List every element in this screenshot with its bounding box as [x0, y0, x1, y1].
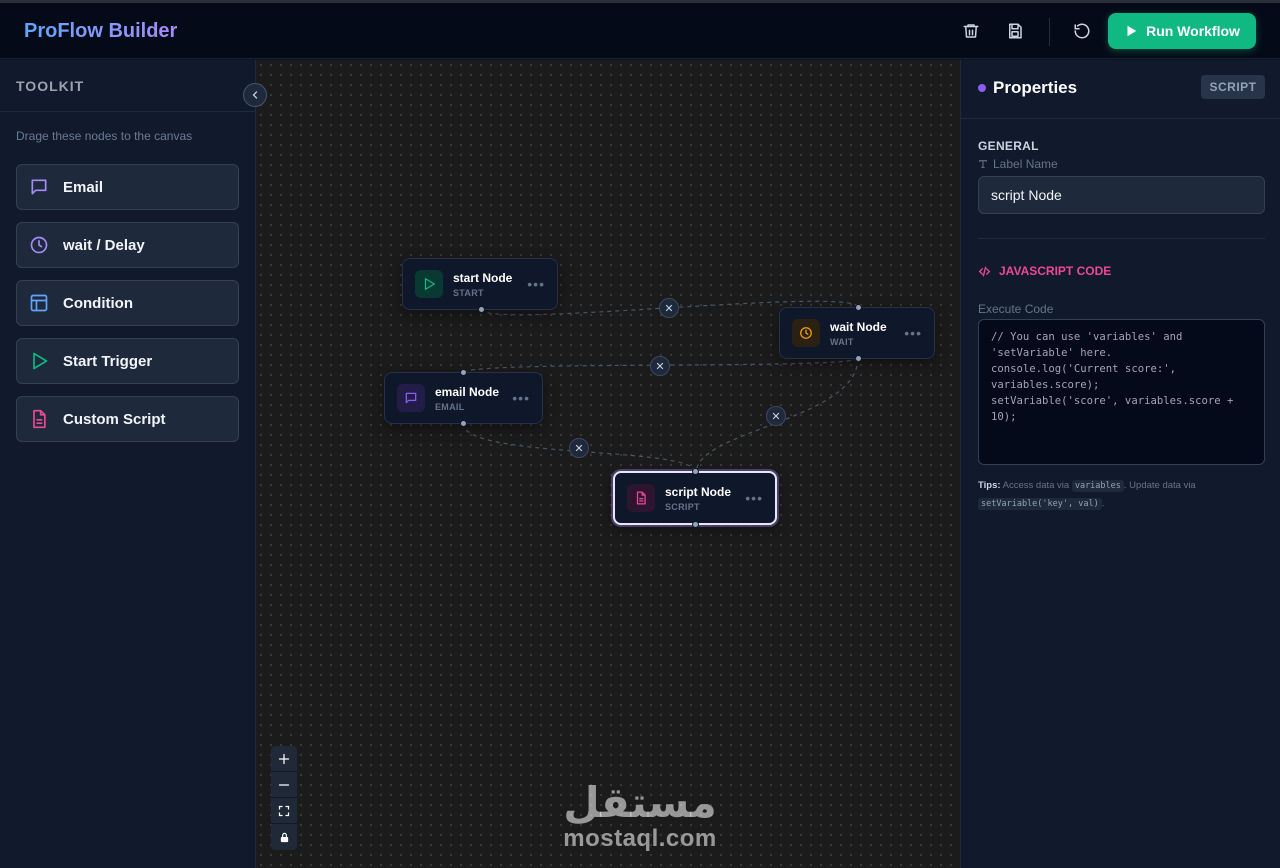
javascript-section-title: JAVASCRIPT CODE [978, 264, 1111, 278]
more-options-icon[interactable]: ••• [904, 325, 922, 341]
lock-icon[interactable] [271, 824, 297, 850]
node-type: EMAIL [435, 401, 465, 412]
undo-reset-icon[interactable] [1071, 20, 1093, 42]
toolkit-item-wait[interactable]: wait / Delay [16, 222, 239, 268]
node-icon-box [415, 270, 443, 298]
toolkit-item-label: Email [63, 178, 104, 196]
output-handle[interactable] [855, 355, 862, 362]
workflow-canvas[interactable]: ✕ ✕ ✕ ✕ start Node START ••• wait Node W… [256, 60, 960, 868]
properties-panel: Properties SCRIPT GENERAL Label Name JAV… [960, 60, 1280, 868]
execute-code-label: Execute Code [978, 302, 1054, 316]
file-text-icon [636, 491, 646, 505]
more-options-icon[interactable]: ••• [745, 490, 763, 506]
node-script[interactable]: script Node SCRIPT ••• [613, 468, 777, 528]
toolkit-item-label: wait / Delay [63, 236, 145, 254]
play-icon [1127, 25, 1137, 37]
node-label: wait Node [830, 319, 887, 334]
toolkit-divider [0, 111, 256, 112]
toolkit-title: TOOLKIT [16, 78, 85, 94]
node-icon-box [792, 319, 820, 347]
label-name-caption: Label Name [978, 157, 1058, 171]
play-icon [424, 278, 435, 290]
node-type: WAIT [830, 336, 854, 347]
label-name-input[interactable] [978, 176, 1265, 214]
toolkit-item-label: Condition [63, 294, 133, 312]
play-icon [33, 352, 48, 370]
toolkit-hint: Drage these nodes to the canvas [16, 129, 193, 143]
input-handle[interactable] [692, 468, 699, 475]
status-dot [978, 84, 986, 92]
node-label: script Node [665, 484, 732, 499]
watermark-logo: مستقل mostaql.com [563, 780, 717, 852]
input-handle[interactable] [460, 369, 467, 376]
edge-layer [462, 300, 860, 474]
output-handle[interactable] [460, 420, 467, 427]
trash-icon[interactable] [960, 20, 982, 42]
node-icon-box [397, 384, 425, 412]
node-label: email Node [435, 384, 500, 399]
toolkit-item-start-trigger[interactable]: Start Trigger [16, 338, 239, 384]
javascript-section-label: JAVASCRIPT CODE [999, 264, 1112, 278]
code-icon [978, 265, 991, 277]
output-handle[interactable] [478, 306, 485, 313]
run-workflow-label: Run Workflow [1146, 23, 1240, 39]
more-options-icon[interactable]: ••• [527, 276, 545, 292]
tips-text-3: . [1101, 498, 1105, 509]
node-icon-box [627, 484, 655, 512]
more-options-icon[interactable]: ••• [512, 390, 530, 406]
tips-text: Tips: Access data via variables. Update … [978, 477, 1265, 513]
delete-edge-button[interactable]: ✕ [650, 356, 670, 376]
node-email[interactable]: email Node EMAIL ••• [384, 369, 543, 427]
label-name-text: Label Name [993, 157, 1058, 171]
file-text-icon [33, 409, 46, 429]
delete-edge-button[interactable]: ✕ [569, 438, 589, 458]
node-type: START [453, 287, 484, 298]
header-divider [1049, 18, 1050, 46]
node-start[interactable]: start Node START ••• [402, 258, 558, 313]
toolkit-item-custom-script[interactable]: Custom Script [16, 396, 239, 442]
fit-view-icon[interactable] [271, 798, 297, 824]
general-section-title: GENERAL [978, 139, 1039, 153]
toolkit-item-email[interactable]: Email [16, 164, 239, 210]
save-icon[interactable] [1004, 20, 1026, 42]
app-header: ProFlow Builder Run Workflow [0, 3, 1280, 59]
section-divider [978, 238, 1265, 239]
type-icon [979, 160, 987, 168]
output-handle[interactable] [692, 521, 699, 528]
input-handle[interactable] [855, 304, 862, 311]
collapse-sidebar-button[interactable] [243, 83, 267, 107]
tips-code-2: setVariable('key', val) [978, 498, 1102, 510]
tips-code-1: variables [1071, 480, 1124, 492]
clock-icon [30, 236, 48, 254]
toolkit-item-condition[interactable]: Condition [16, 280, 239, 326]
watermark-arabic: مستقل [563, 778, 717, 827]
delete-edge-button[interactable]: ✕ [766, 406, 786, 426]
node-label: start Node [453, 270, 513, 285]
toolkit-sidebar: TOOLKIT Drage these nodes to the canvas … [0, 60, 256, 868]
tips-text-1: Access data via [1000, 480, 1072, 491]
message-square-icon [405, 392, 417, 404]
toolkit-item-label: Custom Script [63, 410, 166, 428]
node-type: SCRIPT [665, 501, 700, 512]
tips-text-2: . Update data via [1123, 480, 1196, 491]
brand-title: ProFlow Builder [24, 20, 178, 42]
zoom-controls [271, 746, 297, 850]
run-workflow-button[interactable]: Run Workflow [1108, 13, 1256, 49]
toolkit-item-label: Start Trigger [63, 352, 153, 370]
message-square-icon [31, 179, 47, 195]
properties-title: Properties [993, 78, 1078, 97]
chevron-left-icon [252, 91, 258, 99]
clock-icon [800, 327, 812, 339]
delete-edge-button[interactable]: ✕ [659, 298, 679, 318]
layout-icon [30, 294, 48, 312]
code-editor[interactable]: // You can use 'variables' and 'setVaria… [978, 319, 1265, 465]
node-type-badge: SCRIPT [1201, 75, 1265, 99]
zoom-in-icon[interactable] [271, 746, 297, 772]
zoom-out-icon[interactable] [271, 772, 297, 798]
tips-label: Tips: [978, 480, 1001, 491]
node-wait[interactable]: wait Node WAIT ••• [779, 304, 935, 362]
watermark-latin: mostaql.com [563, 825, 717, 852]
properties-divider [961, 118, 1280, 119]
